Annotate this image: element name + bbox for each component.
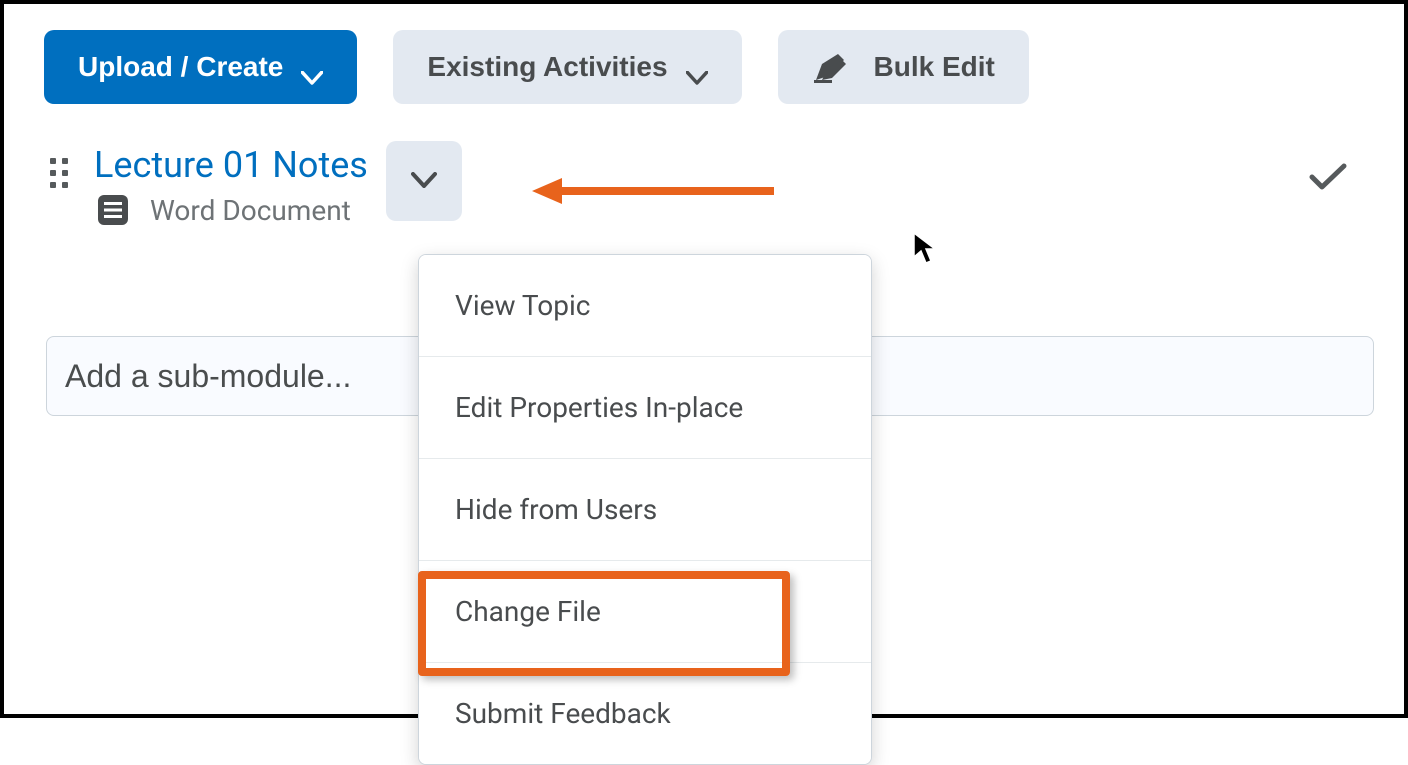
- upload-create-label: Upload / Create: [78, 51, 283, 83]
- existing-activities-label: Existing Activities: [427, 51, 667, 83]
- menu-item-view-topic[interactable]: View Topic: [419, 255, 871, 357]
- drag-handle-icon[interactable]: [50, 158, 68, 188]
- bulk-edit-label: Bulk Edit: [874, 51, 995, 83]
- content-item-type: Word Document: [150, 194, 351, 227]
- content-item-main: Lecture 01 Notes Word Document: [94, 144, 368, 227]
- menu-item-hide-from-users[interactable]: Hide from Users: [419, 459, 871, 561]
- chevron-down-icon: [686, 60, 708, 74]
- toolbar: Upload / Create Existing Activities Bulk…: [4, 4, 1404, 104]
- item-context-menu-button[interactable]: [386, 141, 462, 221]
- document-icon: [96, 193, 130, 227]
- bulk-edit-button[interactable]: Bulk Edit: [778, 30, 1029, 104]
- menu-item-edit-properties[interactable]: Edit Properties In-place: [419, 357, 871, 459]
- content-item-subtitle: Word Document: [96, 193, 368, 227]
- existing-activities-button[interactable]: Existing Activities: [393, 30, 741, 104]
- chevron-down-icon: [411, 172, 437, 191]
- context-dropdown-menu: View Topic Edit Properties In-place Hide…: [418, 254, 872, 765]
- menu-item-change-file[interactable]: Change File: [419, 561, 871, 663]
- content-item-title[interactable]: Lecture 01 Notes: [94, 144, 368, 186]
- pen-icon: [812, 50, 850, 84]
- chevron-down-icon: [301, 60, 323, 74]
- menu-item-submit-feedback[interactable]: Submit Feedback: [419, 663, 871, 764]
- cursor-icon: [912, 231, 938, 265]
- checkmark-icon: [1308, 162, 1348, 196]
- upload-create-button[interactable]: Upload / Create: [44, 30, 357, 104]
- content-item-row: Lecture 01 Notes Word Document: [4, 104, 1404, 227]
